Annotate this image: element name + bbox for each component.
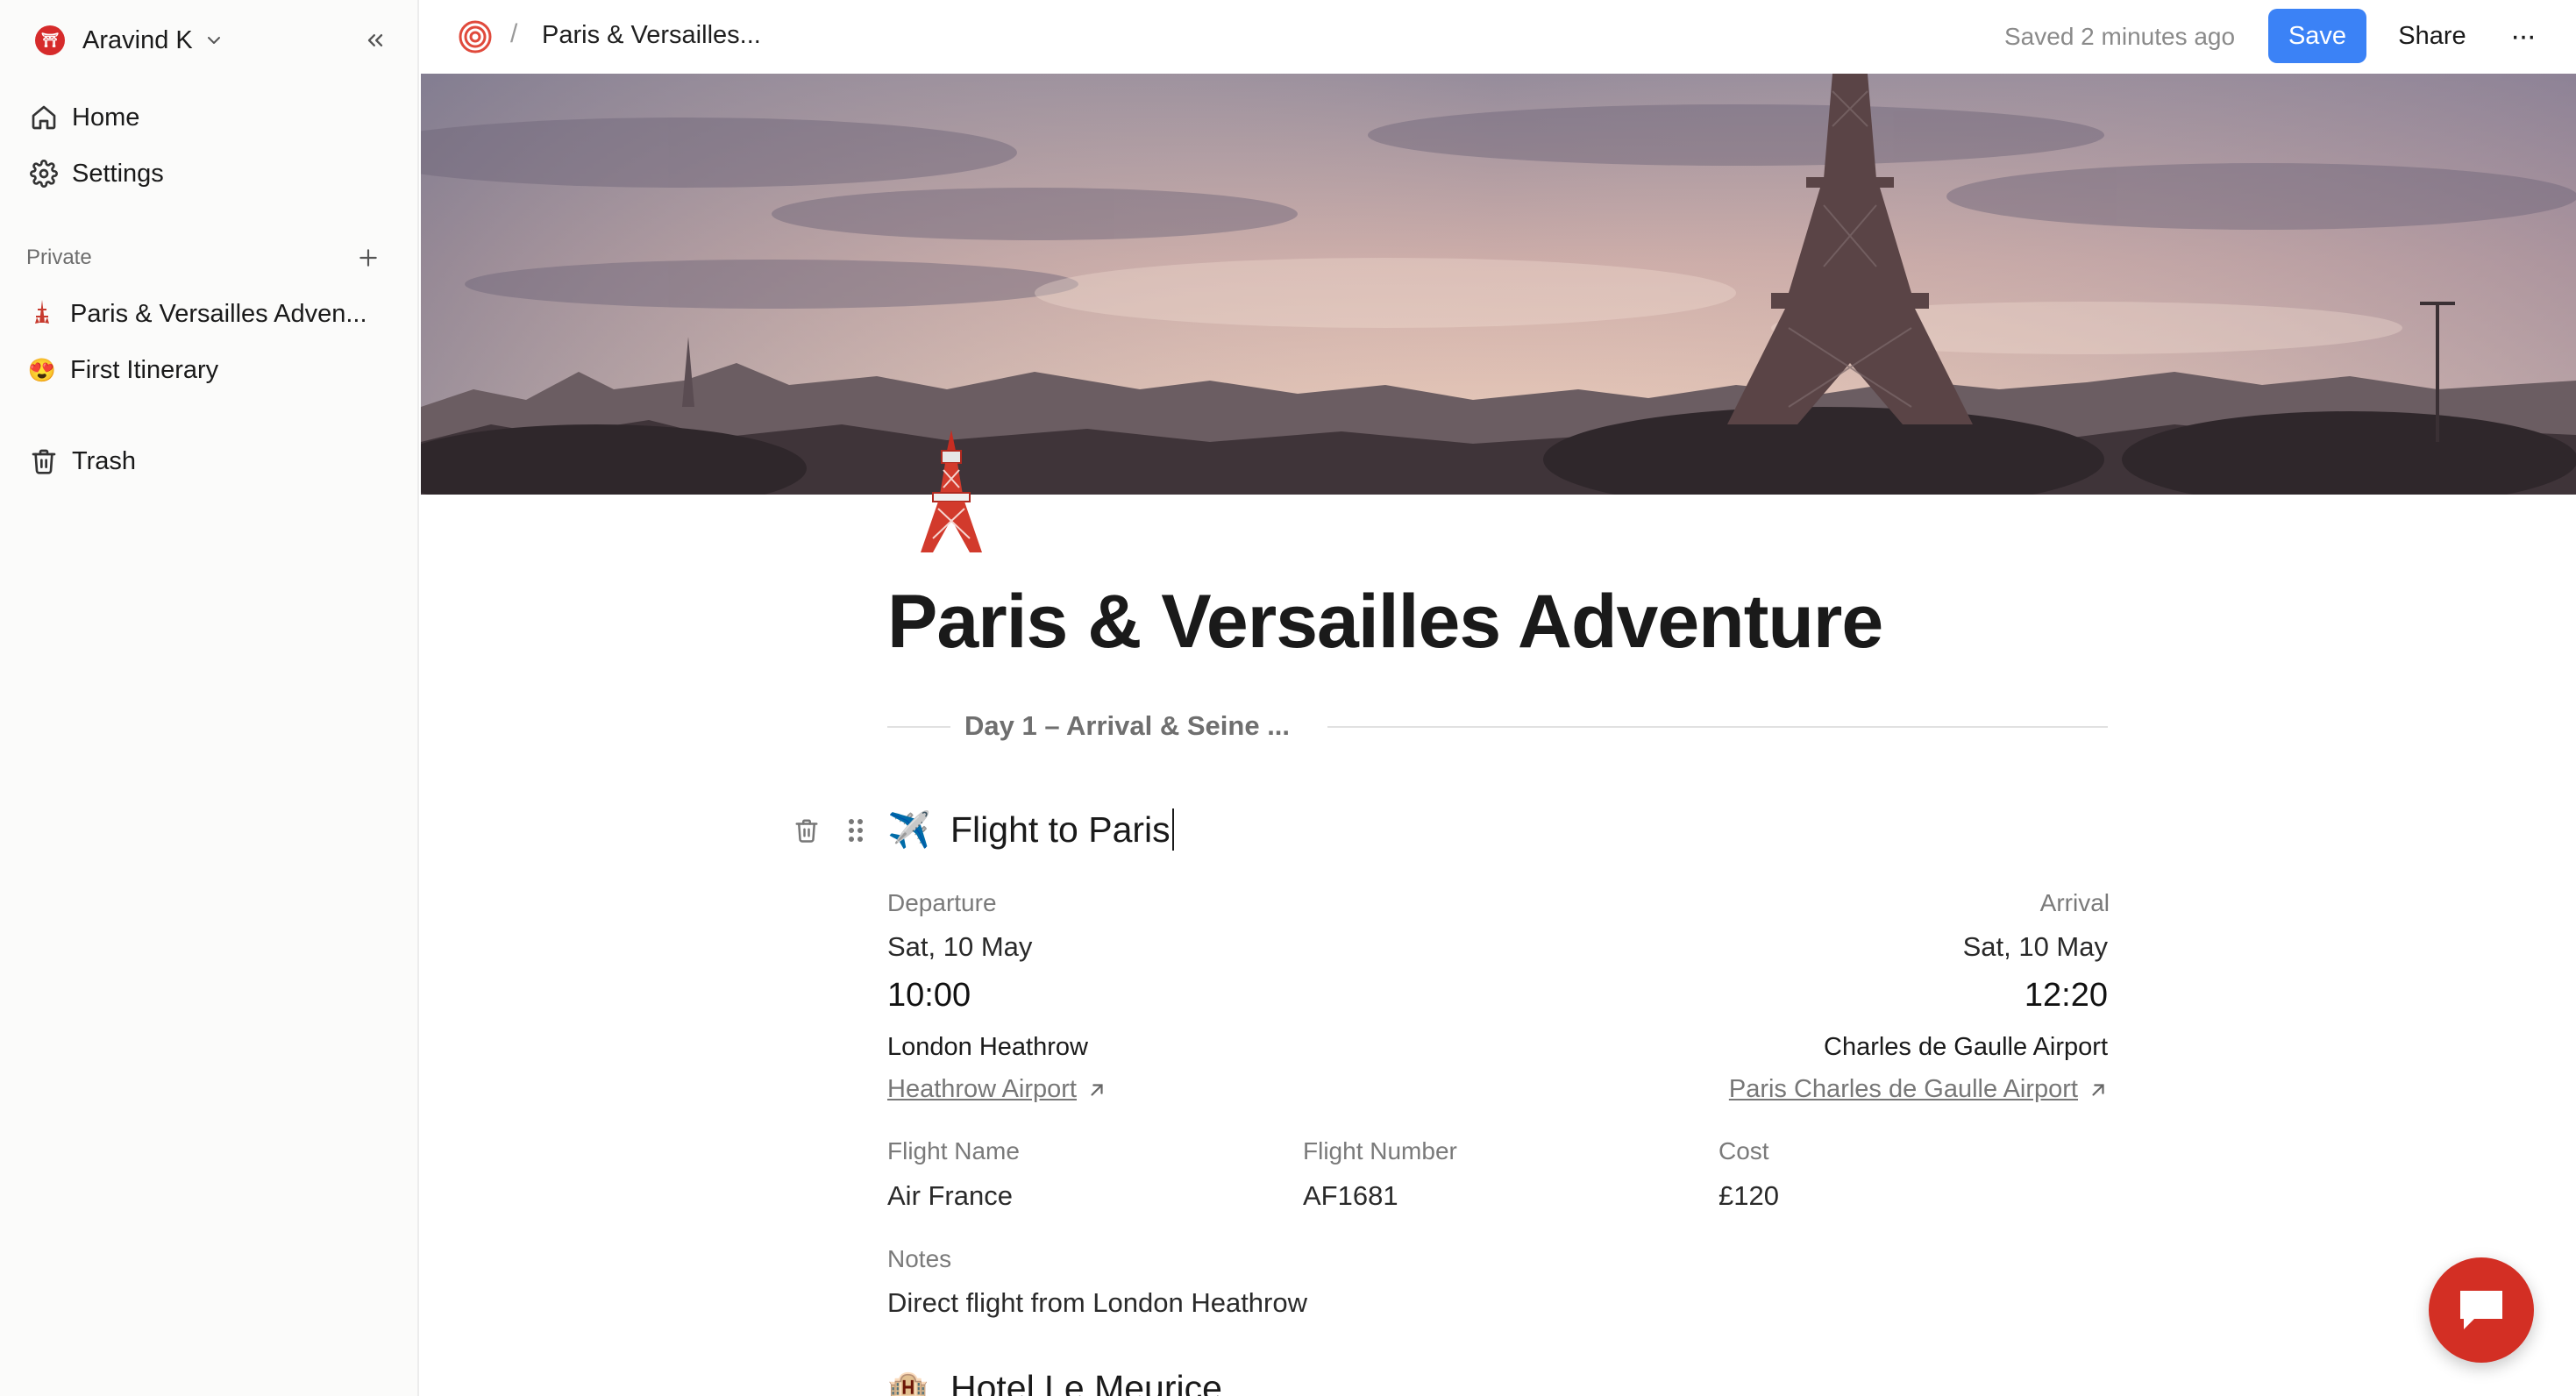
flight-block-heading[interactable]: ✈️ Flight to Paris xyxy=(887,808,1174,851)
external-link-icon xyxy=(1091,1083,1103,1096)
plus-icon xyxy=(359,249,377,267)
drag-handle[interactable] xyxy=(840,812,872,849)
workspace-avatar: ⛩ xyxy=(35,25,65,55)
top-bar: / Paris & Versailles... Saved 2 minutes … xyxy=(421,0,2576,74)
cover-image[interactable] xyxy=(421,74,2576,495)
sidebar-page-paris[interactable]: Paris & Versailles Adven... xyxy=(26,291,395,337)
hotel-icon: 🏨 xyxy=(887,1370,929,1396)
notes-value: Direct flight from London Heathrow xyxy=(887,1287,1308,1318)
divider-line xyxy=(887,726,950,728)
notes-label: Notes xyxy=(887,1245,952,1272)
block-toolbar xyxy=(791,812,872,849)
arrival-airport-link[interactable]: Paris Charles de Gaulle Airport xyxy=(1729,1075,2108,1104)
breadcrumb-page-title[interactable]: Paris & Versailles... xyxy=(542,21,761,50)
external-link-icon xyxy=(2092,1083,2104,1096)
breadcrumb-separator: / xyxy=(510,19,518,48)
flight-name-label: Flight Name xyxy=(887,1137,1020,1165)
saved-status: Saved 2 minutes ago xyxy=(2004,23,2236,50)
gear-icon xyxy=(30,160,58,188)
text-cursor xyxy=(1171,808,1174,851)
tokyo-tower-icon xyxy=(921,430,982,552)
cost-value: £120 xyxy=(1719,1180,1779,1211)
day-divider-label: Day 1 – Arrival & Seine ... xyxy=(964,710,1291,741)
trash-icon xyxy=(795,819,818,843)
flight-number-value: AF1681 xyxy=(1303,1180,1398,1211)
flight-heading[interactable]: Flight to Paris xyxy=(950,809,1171,851)
arrival-label: Arrival xyxy=(2039,889,2110,916)
sidebar-item-trash[interactable]: Trash xyxy=(26,438,395,484)
delete-block-button[interactable] xyxy=(791,812,822,849)
more-options-icon[interactable]: ··· xyxy=(2501,16,2544,56)
add-page-button[interactable] xyxy=(352,242,384,274)
arrival-airport-link-text: Paris Charles de Gaulle Airport xyxy=(1728,1075,2078,1103)
page-icon-tower[interactable] xyxy=(903,424,1000,556)
chat-support-button[interactable] xyxy=(2429,1257,2534,1363)
hotel-block-heading[interactable]: 🏨 Hotel Le Meurice xyxy=(887,1368,1222,1396)
arrival-time: 12:20 xyxy=(2024,977,2108,1014)
sidebar-item-label: Settings xyxy=(72,159,164,188)
divider-line xyxy=(1327,726,2108,728)
collapse-sidebar-button[interactable] xyxy=(358,23,393,58)
page-title[interactable]: Paris & Versailles Adventure xyxy=(887,579,1883,666)
departure-place: London Heathrow xyxy=(887,1033,1088,1061)
sidebar-item-home[interactable]: Home xyxy=(26,95,395,140)
sidebar: ⛩ Aravind K Home Settings Private Paris … xyxy=(0,0,419,1396)
section-label-private: Private xyxy=(26,246,92,269)
sidebar-item-label: Paris & Versailles Adven... xyxy=(70,299,367,328)
sidebar-item-settings[interactable]: Settings xyxy=(26,151,395,196)
share-button[interactable]: Share xyxy=(2388,9,2476,63)
save-button[interactable]: Save xyxy=(2268,9,2366,63)
sidebar-page-first-itinerary[interactable]: 😍 First Itinerary xyxy=(26,347,395,393)
flight-name-value: Air France xyxy=(887,1180,1013,1211)
heart-eyes-emoji-icon: 😍 xyxy=(27,356,57,383)
sidebar-item-label: Trash xyxy=(72,446,137,475)
arrival-date: Sat, 10 May xyxy=(1962,931,2108,962)
day-divider[interactable]: Day 1 – Arrival & Seine ... xyxy=(887,707,2108,745)
double-chevron-left-icon xyxy=(367,34,383,46)
home-icon xyxy=(32,105,56,130)
departure-label: Departure xyxy=(887,889,997,916)
departure-date: Sat, 10 May xyxy=(887,931,1033,962)
chevron-down-icon xyxy=(207,37,220,44)
spiral-logo-icon[interactable] xyxy=(458,19,493,54)
departure-airport-link[interactable]: Heathrow Airport xyxy=(887,1075,1107,1104)
tower-icon xyxy=(26,298,58,331)
trash-icon xyxy=(32,449,56,474)
workspace-name: Aravind K xyxy=(82,25,193,54)
eiffel-tower-cover-illustration xyxy=(421,74,2576,495)
workspace-switcher[interactable]: ⛩ Aravind K xyxy=(35,23,224,58)
sidebar-item-label: First Itinerary xyxy=(70,355,219,384)
cost-label: Cost xyxy=(1719,1137,1769,1165)
airplane-icon: ✈️ xyxy=(887,810,931,850)
departure-airport-link-text: Heathrow Airport xyxy=(887,1075,1077,1103)
arrival-place: Charles de Gaulle Airport xyxy=(1824,1033,2108,1061)
hotel-heading[interactable]: Hotel Le Meurice xyxy=(950,1368,1222,1396)
sidebar-item-label: Home xyxy=(72,103,140,132)
departure-time: 10:00 xyxy=(887,977,971,1014)
chat-bubble-icon xyxy=(2460,1291,2502,1329)
flight-number-label: Flight Number xyxy=(1303,1137,1457,1165)
drag-dots-icon xyxy=(849,819,863,842)
